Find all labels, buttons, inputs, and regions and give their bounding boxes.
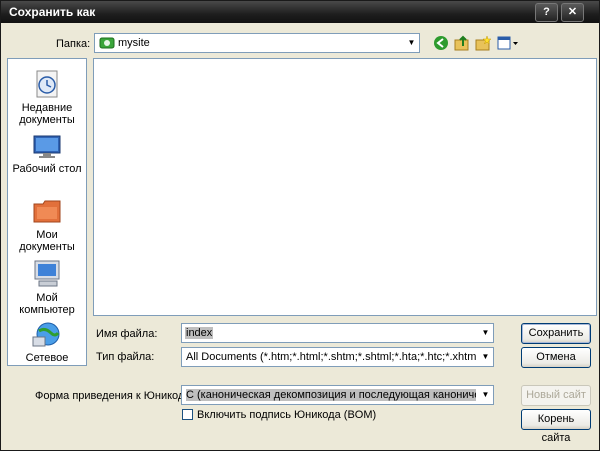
site-root-button[interactable]: Корень сайта bbox=[521, 409, 591, 444]
new-site-button[interactable]: Новый сайт bbox=[521, 385, 591, 406]
filename-input[interactable]: index ▼ bbox=[181, 323, 494, 343]
lookin-value: mysite bbox=[118, 37, 150, 49]
up-folder-icon[interactable] bbox=[454, 35, 470, 51]
save-as-dialog: Сохранить как ? ✕ Папка: mysite ▼ Недавн… bbox=[0, 0, 600, 451]
filetype-select[interactable]: All Documents (*.htm;*.html;*.shtm;*.sht… bbox=[181, 347, 494, 367]
place-label: Мои документы bbox=[19, 229, 75, 253]
recent-documents-icon bbox=[36, 70, 58, 98]
site-folder-icon bbox=[99, 37, 115, 49]
place-my-documents[interactable]: Мои документы bbox=[8, 196, 86, 253]
back-icon[interactable] bbox=[433, 35, 449, 51]
filetype-value: All Documents (*.htm;*.html;*.shtm;*.sht… bbox=[186, 351, 476, 363]
my-computer-icon bbox=[34, 260, 60, 287]
filetype-label: Тип файла: bbox=[96, 351, 155, 363]
network-icon bbox=[32, 322, 60, 347]
my-documents-icon bbox=[33, 200, 61, 223]
view-menu-icon[interactable] bbox=[497, 35, 519, 51]
save-button[interactable]: Сохранить bbox=[521, 323, 591, 344]
chevron-down-icon[interactable]: ▼ bbox=[481, 390, 490, 399]
unicode-form-value: C (каноническая декомпозиция и последующ… bbox=[186, 389, 476, 401]
cancel-button[interactable]: Отмена bbox=[521, 347, 591, 368]
title-bar[interactable]: Сохранить как ? ✕ bbox=[1, 1, 599, 23]
place-label: Рабочий стол bbox=[12, 163, 82, 175]
bom-label[interactable]: Включить подпись Юникода (BOM) bbox=[197, 409, 376, 421]
place-desktop[interactable]: Рабочий стол bbox=[8, 134, 86, 175]
place-label: Недавние документы bbox=[19, 102, 75, 126]
file-list[interactable] bbox=[93, 58, 597, 316]
places-bar: Недавние документы Рабочий стол Мои доку… bbox=[7, 58, 87, 366]
dialog-title: Сохранить как bbox=[9, 5, 96, 19]
chevron-down-icon[interactable]: ▼ bbox=[481, 328, 490, 337]
filename-value: index bbox=[185, 327, 214, 339]
help-button[interactable]: ? bbox=[535, 3, 558, 22]
unicode-form-select[interactable]: C (каноническая декомпозиция и последующ… bbox=[181, 385, 494, 405]
new-folder-icon[interactable] bbox=[475, 35, 491, 51]
close-button[interactable]: ✕ bbox=[561, 3, 584, 22]
filename-label: Имя файла: bbox=[96, 328, 158, 340]
desktop-icon bbox=[33, 135, 61, 158]
place-my-computer[interactable]: Мой компьютер bbox=[8, 259, 86, 316]
place-network[interactable]: Сетевое bbox=[8, 321, 86, 364]
place-recent-documents[interactable]: Недавние документы bbox=[8, 69, 86, 126]
unicode-form-label: Форма приведения к Юникоду: bbox=[35, 390, 193, 402]
lookin-combo[interactable]: mysite ▼ bbox=[94, 33, 420, 53]
place-label: Сетевое bbox=[25, 352, 69, 364]
lookin-label: Папка: bbox=[56, 38, 91, 50]
chevron-down-icon[interactable]: ▼ bbox=[481, 352, 490, 361]
chevron-down-icon[interactable]: ▼ bbox=[407, 38, 416, 47]
bom-checkbox[interactable] bbox=[182, 409, 193, 420]
place-label: Мой компьютер bbox=[19, 292, 75, 316]
